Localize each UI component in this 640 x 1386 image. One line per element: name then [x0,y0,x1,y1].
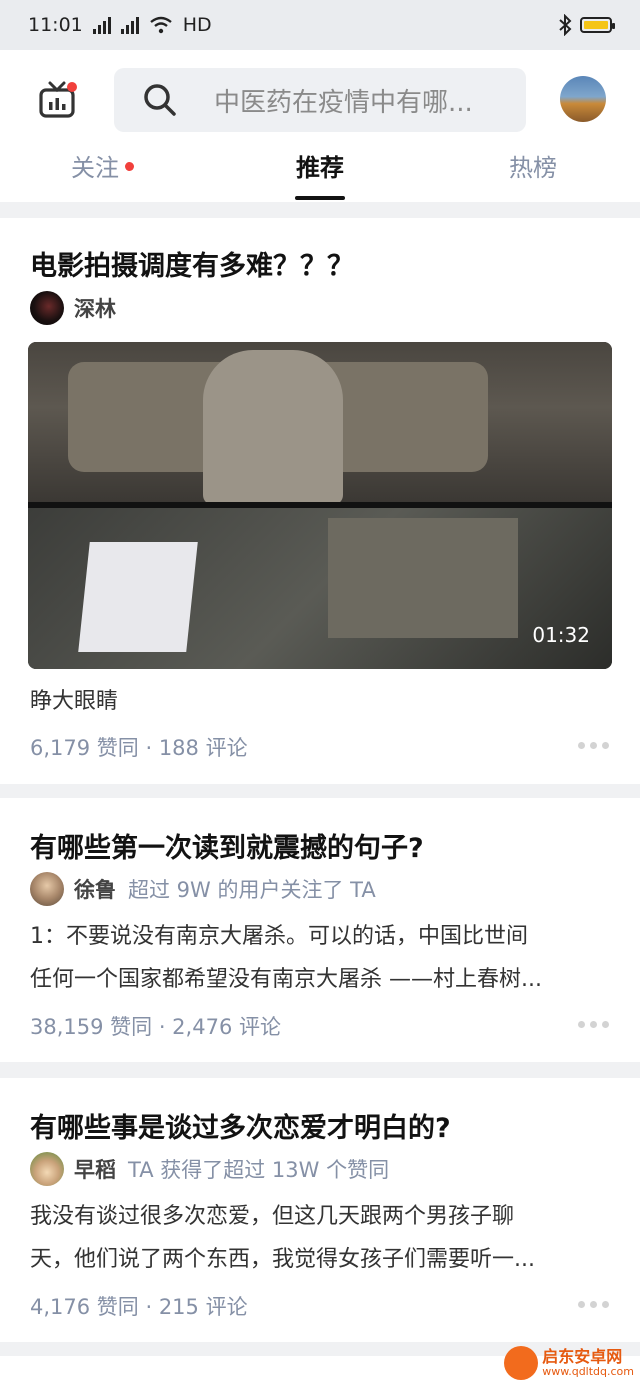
author-meta: TA 获得了超过 13W 个赞同 [128,1158,390,1182]
watermark-logo-icon [504,1346,539,1380]
excerpt-line: 睁大眼睛 [30,689,119,714]
avatar[interactable] [560,76,606,122]
answer-excerpt[interactable]: 睁大眼睛 [30,680,610,723]
author-row: 徐鲁 超过 9W 的用户关注了 TA [30,872,376,906]
feed-card[interactable]: 有哪些第一次读到就震撼的句子? 徐鲁 超过 9W 的用户关注了 TA 1：不要说… [0,798,640,1062]
tv-icon[interactable] [38,80,78,120]
excerpt-line: 我没有谈过很多次恋爱，但这几天跟两个男孩子聊 [30,1204,515,1229]
status-bar: 11:01 HD [0,0,640,50]
search-placeholder: 中医药在疫情中有哪... [214,87,473,118]
wall-shape [328,518,518,638]
signal-icon-2 [120,16,139,34]
active-tab-indicator [295,196,345,200]
person-shape [203,350,343,505]
status-time: 11:01 [28,14,83,36]
excerpt-line: 天，他们说了两个东西，我觉得女孩子们需要听一... [30,1247,535,1272]
feed-tabs: 关注 推荐 热榜 [0,148,640,202]
author-name[interactable]: 徐鲁 [74,874,116,904]
answer-stats: 38,159 赞同 · 2,476 评论 [30,1015,281,1039]
window-shape [78,542,198,652]
search-bar[interactable]: 中医药在疫情中有哪... [114,68,526,132]
author-avatar[interactable] [30,872,64,906]
tab-follow-label: 关注 [71,154,119,182]
author-meta: 超过 9W 的用户关注了 TA [128,878,376,902]
tab-follow[interactable]: 关注 [71,148,134,183]
author-avatar[interactable] [30,1152,64,1186]
tab-hot-list[interactable]: 热榜 [509,148,557,183]
excerpt-line: 任何一个国家都希望没有南京大屠杀 ——村上春树... [30,967,542,992]
video-thumbnail[interactable]: 01:32 [28,342,612,669]
feed-card[interactable]: 有哪些事是谈过多次恋爱才明白的? 早稻 TA 获得了超过 13W 个赞同 我没有… [0,1078,640,1342]
signal-icon-1 [92,16,111,34]
video-frame-bottom [28,508,612,669]
video-duration: 01:32 [532,623,590,647]
question-title[interactable]: 有哪些第一次读到就震撼的句子? [30,826,424,865]
more-options-icon[interactable] [578,1301,609,1308]
feed-card[interactable]: 电影拍摄调度有多难？？？ 深林 01:32 睁大眼睛 6,179 赞同 · 18… [0,218,640,784]
search-icon [144,84,176,116]
more-options-icon[interactable] [578,1021,609,1028]
wifi-icon [150,16,172,34]
tab-recommend[interactable]: 推荐 [296,148,344,183]
author-name[interactable]: 深林 [74,293,116,323]
question-title[interactable]: 电影拍摄调度有多难？？？ [30,244,354,283]
author-name[interactable]: 早稻 [74,1154,116,1184]
more-options-icon[interactable] [578,742,609,749]
watermark-title: 启东安卓网 [542,1346,623,1366]
author-row: 深林 [30,291,116,325]
watermark: 启东安卓网 www.qdltdq.com [504,1346,634,1380]
video-frame-top [28,342,612,505]
battery-icon [580,17,615,33]
app-header: 中医药在疫情中有哪... 关注 推荐 热榜 [0,50,640,202]
answer-excerpt[interactable]: 我没有谈过很多次恋爱，但这几天跟两个男孩子聊 天，他们说了两个东西，我觉得女孩子… [30,1195,610,1281]
answer-stats: 6,179 赞同 · 188 评论 [30,736,248,760]
notification-dot [125,161,134,171]
bluetooth-icon [559,14,572,36]
network-label: HD [182,14,212,36]
question-title[interactable]: 有哪些事是谈过多次恋爱才明白的? [30,1106,451,1145]
watermark-url: www.qdltdq.com [542,1364,634,1378]
answer-excerpt[interactable]: 1：不要说没有南京大屠杀。可以的话，中国比世间 任何一个国家都希望没有南京大屠杀… [30,915,610,1001]
excerpt-line: 1：不要说没有南京大屠杀。可以的话，中国比世间 [30,924,528,949]
author-row: 早稻 TA 获得了超过 13W 个赞同 [30,1152,389,1186]
author-avatar[interactable] [30,291,64,325]
answer-stats: 4,176 赞同 · 215 评论 [30,1295,248,1319]
